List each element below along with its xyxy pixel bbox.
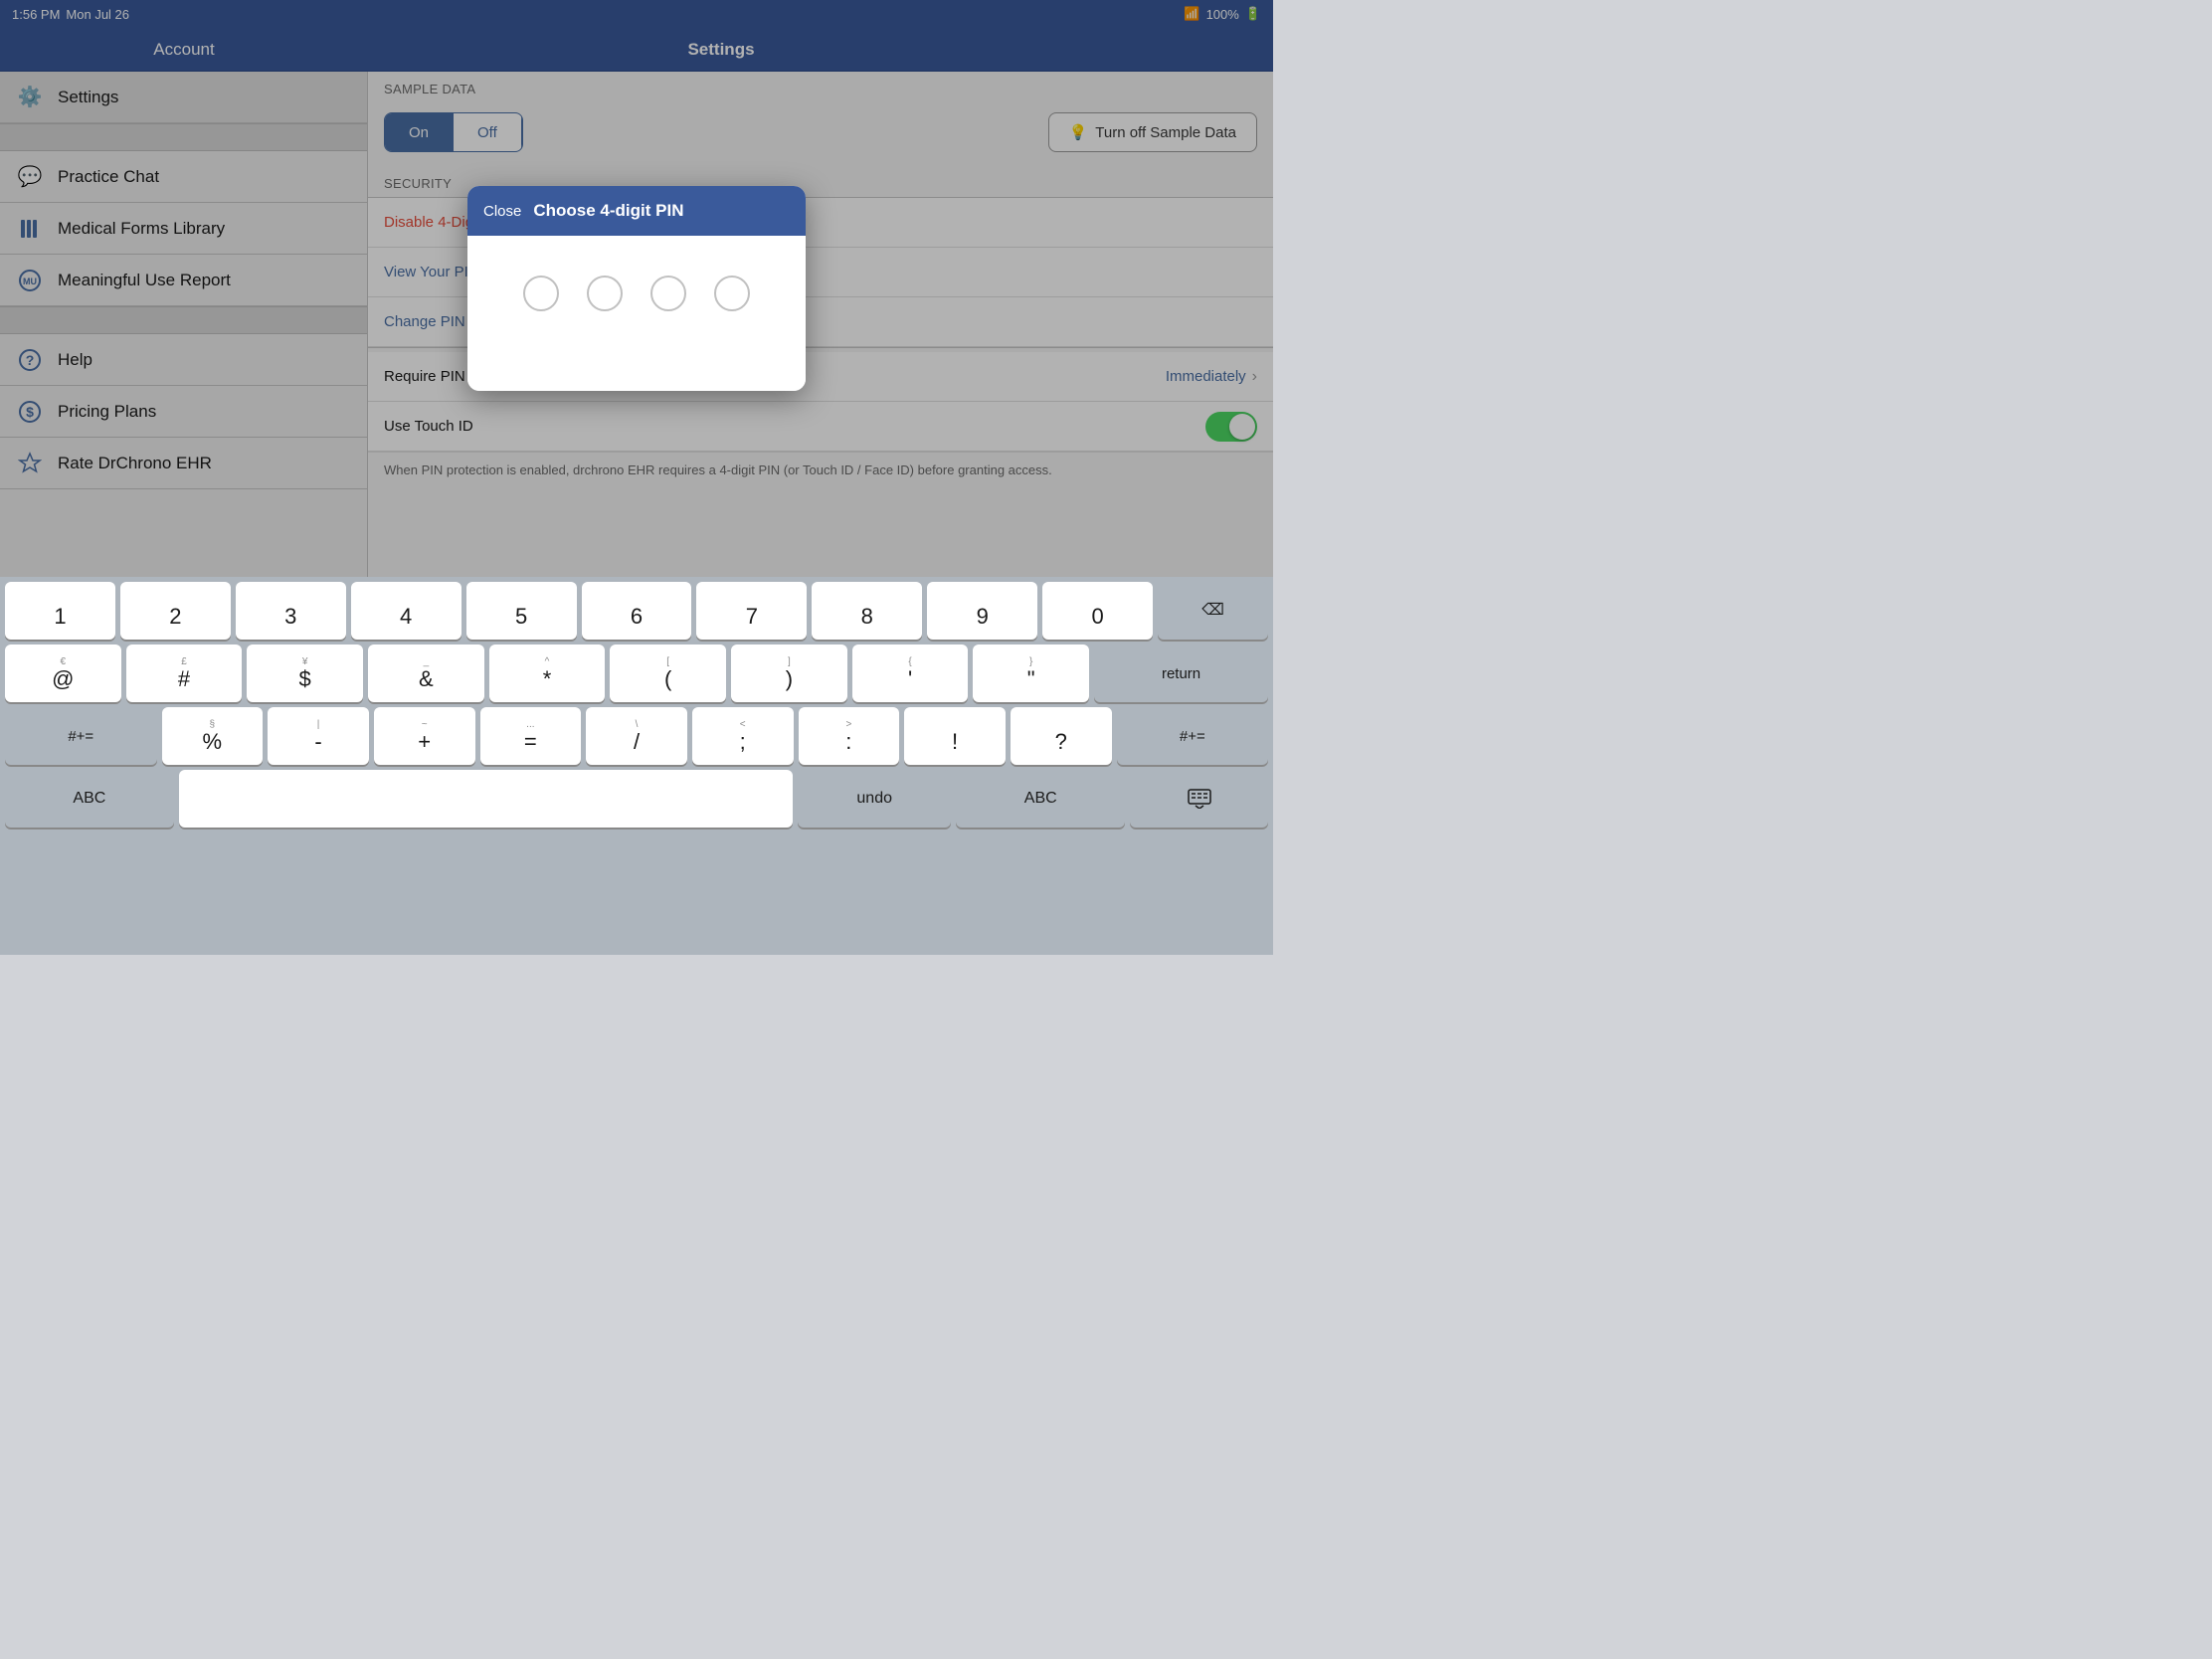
keyboard: 1 2 3 4 5 6 7 8 9 0 ⌫ €@ £# ¥$ _& ^* [( … [0,577,1273,955]
modal-title: Choose 4-digit PIN [533,201,683,221]
modal-overlay[interactable]: Close Choose 4-digit PIN [0,0,1273,577]
key-minus[interactable]: |- [268,707,369,765]
key-abc-right[interactable]: ABC [956,770,1125,828]
pin-dot-4 [714,276,750,311]
key-8[interactable]: 8 [812,582,922,640]
key-delete[interactable]: ⌫ [1158,582,1268,640]
key-lparen[interactable]: [( [610,645,726,702]
key-slash[interactable]: \/ [586,707,687,765]
key-symbols2[interactable]: #+= [1117,707,1269,765]
pin-modal: Close Choose 4-digit PIN [467,186,806,391]
pin-dot-2 [587,276,623,311]
key-plus[interactable]: ~+ [374,707,475,765]
keyboard-row-misc: #+= §% |- ~+ ...= \/ <; >: ! ? #+= [0,702,1273,765]
key-colon[interactable]: >: [799,707,900,765]
modal-footer [467,351,806,391]
key-space[interactable] [179,770,793,828]
key-keyboard-dismiss[interactable] [1130,770,1268,828]
key-2[interactable]: 2 [120,582,231,640]
key-asterisk[interactable]: ^* [489,645,606,702]
key-7[interactable]: 7 [696,582,807,640]
key-3[interactable]: 3 [236,582,346,640]
key-ampersand[interactable]: _& [368,645,484,702]
key-6[interactable]: 6 [582,582,692,640]
key-9[interactable]: 9 [927,582,1037,640]
keyboard-row-numbers: 1 2 3 4 5 6 7 8 9 0 ⌫ [0,577,1273,640]
pin-dot-1 [523,276,559,311]
key-return[interactable]: return [1094,645,1268,702]
keyboard-row-symbols: €@ £# ¥$ _& ^* [( ]) {' }" return [0,640,1273,702]
key-question[interactable]: ? [1011,707,1112,765]
pin-dot-3 [650,276,686,311]
modal-header: Close Choose 4-digit PIN [467,186,806,236]
key-hash[interactable]: £# [126,645,243,702]
key-undo[interactable]: undo [798,770,951,828]
modal-body [467,236,806,351]
keyboard-row-bottom: ABC undo ABC [0,765,1273,842]
key-percent[interactable]: §% [162,707,264,765]
key-apostrophe[interactable]: {' [852,645,969,702]
key-symbols[interactable]: #+= [5,707,157,765]
key-at[interactable]: €@ [5,645,121,702]
key-dollar[interactable]: ¥$ [247,645,363,702]
key-1[interactable]: 1 [5,582,115,640]
key-rparen[interactable]: ]) [731,645,847,702]
key-equals[interactable]: ...= [480,707,582,765]
key-5[interactable]: 5 [466,582,577,640]
key-4[interactable]: 4 [351,582,461,640]
modal-close-button[interactable]: Close [483,203,521,220]
key-semicolon[interactable]: <; [692,707,794,765]
key-exclaim[interactable]: ! [904,707,1006,765]
key-abc-left[interactable]: ABC [5,770,174,828]
key-quote[interactable]: }" [973,645,1089,702]
key-0[interactable]: 0 [1042,582,1153,640]
